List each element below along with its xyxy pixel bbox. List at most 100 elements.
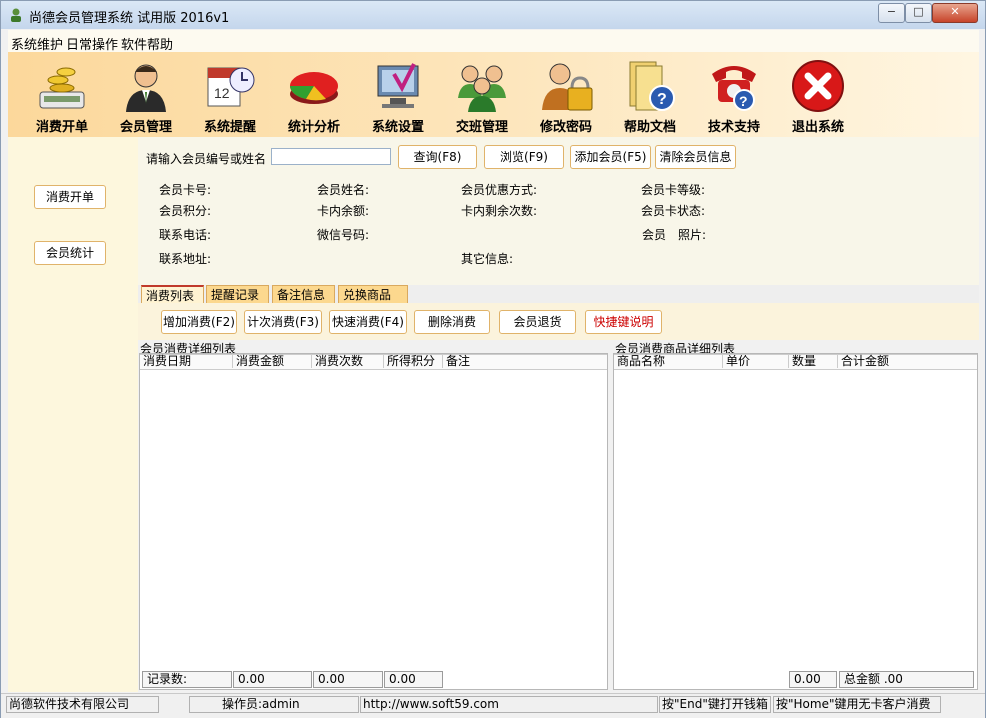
toolbar-label: 交班管理 — [455, 120, 508, 135]
goods-grid-header: 商品名称 单价 数量 合计金额 — [614, 354, 977, 370]
phone-support-icon: ? — [712, 66, 756, 111]
toolbar-label: 统计分析 — [287, 120, 340, 135]
toolbar-settings[interactable]: 系统设置 — [358, 52, 438, 137]
member-name-label: 会员姓名: — [317, 183, 370, 197]
goods-quantity-total: 0.00 — [789, 671, 837, 688]
card-status-label: 会员卡状态: — [641, 204, 706, 218]
toolbar-label: 消费开单 — [35, 120, 88, 135]
home-key-hint: 按"Home"键用无卡客户消费 — [773, 696, 941, 713]
toolbar-label: 修改密码 — [539, 120, 592, 135]
member-search-input[interactable] — [271, 148, 391, 165]
svg-text:?: ? — [739, 93, 748, 109]
col-quantity[interactable]: 数量 — [788, 355, 837, 368]
tab-reminder-records[interactable]: 提醒记录 — [206, 285, 269, 303]
toolbar-change-password[interactable]: 修改密码 — [526, 52, 606, 137]
toolbar-label: 系统提醒 — [203, 120, 256, 135]
toolbar-label: 退出系统 — [791, 120, 844, 135]
toolbar-shift-handover[interactable]: 交班管理 — [442, 52, 522, 137]
phone-label: 联系电话: — [159, 228, 212, 242]
toolbar-help-docs[interactable]: ? 帮助文档 — [610, 52, 690, 137]
exit-red-x-icon — [792, 60, 844, 112]
member-return-button[interactable]: 会员退货 — [499, 310, 576, 334]
total-amount-value: 0.00 — [233, 671, 312, 688]
wechat-label: 微信号码: — [317, 228, 370, 242]
discount-method-label: 会员优惠方式: — [461, 183, 538, 197]
people-group-icon — [458, 65, 506, 112]
total-points-value: 0.00 — [384, 671, 443, 688]
search-label: 请输入会员编号或姓名 — [146, 152, 267, 166]
svg-text:?: ? — [657, 91, 667, 108]
delete-consumption-button[interactable]: 删除消费 — [414, 310, 490, 334]
col-notes[interactable]: 备注 — [442, 355, 607, 368]
app-logo-icon — [11, 8, 21, 22]
toolbar-label: 帮助文档 — [623, 120, 676, 135]
menu-system-maintenance[interactable]: 系统维护 — [11, 34, 63, 53]
sidebar-member-stats-button[interactable]: 会员统计 — [34, 241, 106, 265]
col-subtotal[interactable]: 合计金额 — [837, 355, 977, 368]
toolbar-exit[interactable]: 退出系统 — [778, 52, 858, 137]
pie-chart-icon — [290, 72, 338, 104]
settings-computer-icon — [377, 63, 419, 108]
col-date[interactable]: 消费日期 — [140, 355, 232, 368]
consumption-detail-grid[interactable] — [139, 353, 608, 690]
tab-notes[interactable]: 备注信息 — [272, 285, 335, 303]
menu-daily-operations[interactable]: 日常操作 — [66, 34, 118, 53]
calendar-clock-icon: 12 — [207, 67, 255, 107]
col-unit-price[interactable]: 单价 — [722, 355, 788, 368]
card-number-label: 会员卡号: — [159, 183, 212, 197]
tab-consumption-list[interactable]: 消费列表 — [141, 285, 204, 303]
menu-software-help[interactable]: 软件帮助 — [121, 34, 173, 53]
main-toolbar: 消费开单 会员管理 12 系统提醒 统计分析 系统设置 交班管理 修改密码 ? … — [8, 52, 979, 137]
toolbar-billing[interactable]: 消费开单 — [22, 52, 102, 137]
add-member-button[interactable]: 添加会员(F5) — [570, 145, 651, 169]
toolbar-statistics[interactable]: 统计分析 — [274, 52, 354, 137]
toolbar-label: 会员管理 — [119, 120, 172, 135]
col-count[interactable]: 消费次数 — [311, 355, 383, 368]
clear-member-button[interactable]: 清除会员信息 — [655, 145, 736, 169]
col-goods-name[interactable]: 商品名称 — [614, 355, 722, 368]
toolbar-member-management[interactable]: 会员管理 — [106, 52, 186, 137]
other-info-label: 其它信息: — [461, 252, 514, 266]
card-level-label: 会员卡等级: — [641, 183, 706, 197]
help-folder-icon: ? — [629, 61, 675, 111]
title-bar: 尚德会员管理系统 试用版 2016v1 − □ ✕ — [1, 1, 985, 29]
toolbar-label: 系统设置 — [371, 120, 424, 135]
close-button[interactable]: ✕ — [932, 3, 978, 23]
col-points[interactable]: 所得积分 — [383, 355, 442, 368]
count-consumption-button[interactable]: 计次消费(F3) — [244, 310, 322, 334]
balance-label: 卡内余额: — [317, 204, 370, 218]
query-button[interactable]: 查询(F8) — [398, 145, 477, 169]
tab-redeem-goods[interactable]: 兑换商品 — [338, 285, 408, 303]
left-sidebar: 消费开单 会员统计 — [8, 137, 138, 692]
member-person-icon — [126, 64, 166, 112]
photo-label: 会员 照片: — [642, 228, 707, 242]
goods-total-amount: 总金额 .00 — [839, 671, 974, 688]
website-url[interactable]: http://www.soft59.com — [360, 696, 658, 713]
records-count-label: 记录数: — [142, 671, 232, 688]
minimize-button[interactable]: − — [878, 3, 905, 23]
menu-bar: 系统维护 日常操作 软件帮助 — [8, 30, 979, 53]
window-title: 尚德会员管理系统 试用版 2016v1 — [29, 11, 230, 26]
remaining-times-label: 卡内剩余次数: — [461, 204, 538, 218]
quick-consumption-button[interactable]: 快速消费(F4) — [329, 310, 407, 334]
status-bar: 尚德软件技术有限公司 操作员:admin http://www.soft59.c… — [1, 693, 985, 718]
col-amount[interactable]: 消费金额 — [232, 355, 311, 368]
maximize-button[interactable]: □ — [905, 3, 932, 23]
goods-detail-grid[interactable] — [613, 353, 978, 690]
total-count-value: 0.00 — [313, 671, 383, 688]
company-name: 尚德软件技术有限公司 — [6, 696, 159, 713]
toolbar-tech-support[interactable]: ? 技术支持 — [694, 52, 774, 137]
app-window: 尚德会员管理系统 试用版 2016v1 − □ ✕ 系统维护 日常操作 软件帮助… — [0, 0, 986, 718]
shortcut-help-button[interactable]: 快捷键说明 — [585, 310, 662, 334]
coins-register-icon — [39, 67, 85, 109]
address-label: 联系地址: — [159, 252, 212, 266]
browse-button[interactable]: 浏览(F9) — [484, 145, 564, 169]
sidebar-billing-button[interactable]: 消费开单 — [34, 185, 106, 209]
svg-text:12: 12 — [214, 85, 230, 101]
lock-person-icon — [542, 63, 593, 111]
operator-info: 操作员:admin — [189, 696, 359, 713]
add-consumption-button[interactable]: 增加消费(F2) — [161, 310, 237, 334]
toolbar-reminder[interactable]: 12 系统提醒 — [190, 52, 270, 137]
points-label: 会员积分: — [159, 204, 212, 218]
consumption-grid-header: 消费日期 消费金额 消费次数 所得积分 备注 — [140, 354, 607, 370]
